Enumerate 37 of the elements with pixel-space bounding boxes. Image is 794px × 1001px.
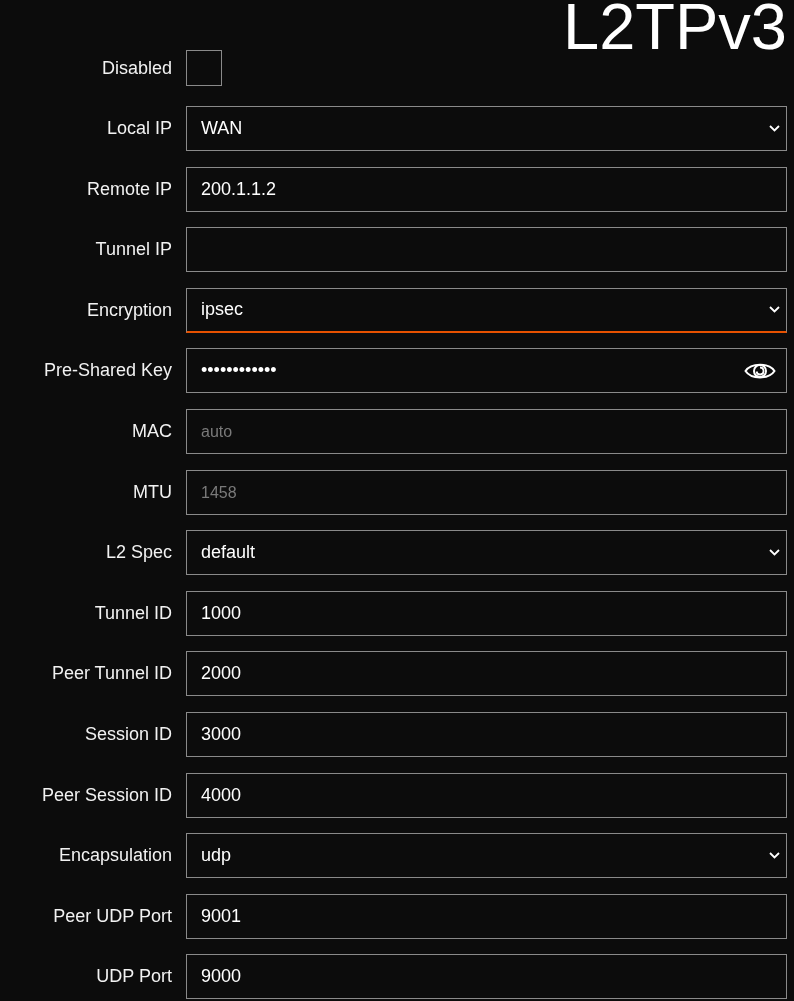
- input-field[interactable]: [186, 227, 787, 273]
- input-field[interactable]: 3000: [186, 711, 787, 757]
- chevron-down-icon: [769, 125, 780, 132]
- input-field[interactable]: 2000: [186, 651, 787, 697]
- field-label: Local IP: [105, 118, 172, 139]
- field-label: Tunnel ID: [93, 602, 172, 624]
- input-field[interactable]: 200.1.1.2: [186, 166, 787, 212]
- page-title: L2TPv3: [563, 0, 787, 56]
- field-label: Peer Session ID: [40, 784, 172, 806]
- field-label: Disabled: [100, 57, 172, 79]
- field-label: Pre-Shared Key: [42, 360, 172, 382]
- field-label: Encapsulation: [57, 845, 172, 867]
- field-label: Session ID: [83, 723, 172, 745]
- input-field[interactable]: 1458: [186, 469, 787, 515]
- field-label: L2 Spec: [104, 542, 172, 564]
- chevron-down-icon: [769, 549, 780, 557]
- field-label: Remote IP: [85, 178, 172, 200]
- checkbox[interactable]: [186, 50, 222, 86]
- input-field[interactable]: 9001: [186, 893, 787, 939]
- select-field[interactable]: default: [186, 530, 787, 576]
- field-label: Tunnel IP: [94, 239, 172, 261]
- field-label: Peer Tunnel ID: [50, 663, 172, 685]
- select-field[interactable]: udp: [186, 833, 787, 879]
- select-field[interactable]: WAN: [186, 106, 787, 151]
- chevron-down-icon: [769, 306, 780, 314]
- select-field[interactable]: ipsec: [186, 287, 787, 333]
- input-field[interactable]: 9000: [186, 954, 787, 1000]
- password-field[interactable]: ••••••••••••: [186, 348, 787, 394]
- field-label: MAC: [131, 420, 172, 442]
- chevron-down-icon: [769, 852, 780, 860]
- field-label: UDP Port: [95, 966, 172, 988]
- field-label: Encryption: [85, 299, 172, 321]
- input-field[interactable]: 1000: [186, 590, 787, 636]
- input-field[interactable]: 4000: [186, 772, 787, 818]
- field-label: Peer UDP Port: [52, 905, 172, 927]
- field-label: MTU: [132, 481, 172, 503]
- input-field[interactable]: auto: [186, 408, 787, 454]
